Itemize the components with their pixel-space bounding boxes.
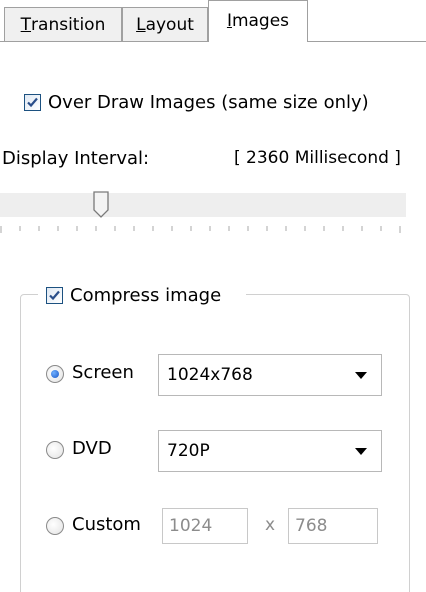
- tab-transition-mnemonic: T: [20, 14, 32, 35]
- chevron-down-icon: [355, 448, 367, 455]
- tab-transition[interactable]: Transition: [4, 7, 122, 41]
- tab-layout-mnemonic: L: [136, 14, 146, 35]
- checkmark-icon: [49, 290, 60, 301]
- custom-width-value: 1024: [169, 516, 213, 536]
- tab-images[interactable]: Images: [208, 0, 308, 42]
- radio-selected-dot: [51, 370, 59, 378]
- screen-label: Screen: [72, 362, 134, 383]
- interval-slider-thumb[interactable]: [92, 190, 110, 225]
- compress-image-label: Compress image: [70, 285, 222, 306]
- custom-width-input[interactable]: 1024: [162, 508, 248, 544]
- over-draw-label: Over Draw Images (same size only): [48, 92, 369, 113]
- screen-resolution-value: 1024x768: [167, 365, 253, 385]
- over-draw-checkbox[interactable]: [24, 94, 41, 111]
- screen-resolution-select[interactable]: 1024x768: [158, 354, 382, 396]
- custom-label: Custom: [72, 514, 141, 535]
- checkmark-icon: [27, 97, 38, 108]
- custom-radio[interactable]: [46, 517, 64, 535]
- display-interval-value: [ 2360 Millisecond ]: [234, 148, 401, 168]
- tab-transition-label: ransition: [31, 14, 106, 35]
- chevron-down-icon: [355, 372, 367, 379]
- tab-layout[interactable]: Layout: [122, 7, 208, 41]
- slider-thumb-icon: [93, 191, 109, 218]
- interval-slider-track[interactable]: [0, 193, 406, 217]
- tab-images-label: mages: [231, 11, 290, 31]
- compress-image-checkbox[interactable]: [46, 287, 63, 304]
- custom-size-separator: x: [265, 515, 276, 535]
- custom-height-value: 768: [295, 516, 328, 536]
- slider-ticks: [0, 226, 401, 233]
- dvd-resolution-select[interactable]: 720P: [158, 430, 382, 472]
- screen-radio[interactable]: [46, 365, 64, 383]
- tab-layout-label: ayout: [145, 14, 194, 35]
- images-settings-panel: Transition Layout Images Over Draw Image…: [0, 0, 426, 592]
- dvd-radio[interactable]: [46, 441, 64, 459]
- dvd-label: DVD: [72, 438, 112, 459]
- custom-height-input[interactable]: 768: [288, 508, 378, 544]
- dvd-resolution-value: 720P: [167, 441, 210, 461]
- tab-strip: Transition Layout Images: [0, 0, 426, 42]
- display-interval-label: Display Interval:: [2, 148, 150, 169]
